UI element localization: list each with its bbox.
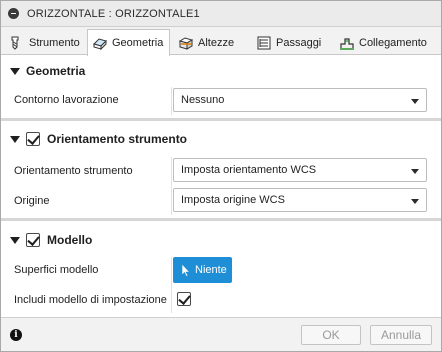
chevron-down-icon: [411, 99, 419, 104]
chevron-down-icon: [411, 169, 419, 174]
column-separator: [171, 157, 172, 215]
section-divider: [1, 218, 441, 221]
section-geometria-header[interactable]: Geometria: [1, 59, 441, 83]
select-contorno-value: Nessuno: [181, 94, 225, 106]
collapse-triangle-icon[interactable]: [10, 237, 20, 244]
select-origine-value: Imposta origine WCS: [181, 194, 285, 206]
ok-button[interactable]: OK: [301, 325, 361, 345]
dialog: ORIZZONTALE : ORIZZONTALE1 Strumento Geo…: [0, 0, 442, 352]
label-orientamento: Orientamento strumento: [14, 165, 133, 177]
dialog-title: ORIZZONTALE : ORIZZONTALE1: [27, 7, 200, 20]
modello-checkbox[interactable]: [26, 233, 40, 247]
geometry-icon: [92, 35, 108, 51]
tab-geometria[interactable]: Geometria: [87, 29, 170, 56]
superfici-select-button[interactable]: Niente: [173, 257, 232, 283]
section-divider: [1, 118, 441, 121]
column-separator: [171, 257, 172, 313]
collapse-triangle-icon[interactable]: [10, 68, 20, 75]
collapse-icon[interactable]: [8, 8, 19, 19]
cancel-button[interactable]: Annulla: [370, 325, 432, 345]
section-title-orientamento: Orientamento strumento: [47, 132, 188, 146]
title-bar[interactable]: ORIZZONTALE : ORIZZONTALE1: [1, 1, 441, 27]
orientamento-checkbox[interactable]: [26, 132, 40, 146]
passes-icon: [256, 35, 272, 51]
tab-collegamento[interactable]: Collegamento: [334, 29, 434, 55]
tab-passaggi[interactable]: Passaggi: [251, 29, 331, 55]
section-orientamento-header[interactable]: Orientamento strumento: [1, 127, 441, 151]
column-separator: [171, 87, 172, 115]
select-contorno[interactable]: Nessuno: [173, 88, 427, 112]
label-includi: Includi modello di impostazione: [14, 294, 167, 306]
includi-checkbox[interactable]: [177, 292, 191, 306]
label-superfici: Superfici modello: [14, 264, 99, 276]
label-origine: Origine: [14, 195, 50, 207]
linking-icon: [339, 35, 355, 51]
tab-altezze[interactable]: Altezze: [173, 29, 248, 55]
section-modello-header[interactable]: Modello: [1, 228, 441, 252]
section-title-geometria: Geometria: [26, 64, 86, 78]
select-orientamento[interactable]: Imposta orientamento WCS: [173, 158, 427, 182]
dialog-footer: i OK Annulla: [1, 317, 441, 351]
pointer-icon: [181, 263, 191, 277]
info-icon[interactable]: i: [10, 329, 22, 341]
heights-icon: [178, 35, 194, 51]
select-origine[interactable]: Imposta origine WCS: [173, 188, 427, 212]
superfici-button-label: Niente: [195, 264, 227, 276]
label-contorno: Contorno lavorazione: [14, 94, 119, 106]
tool-icon: [9, 35, 25, 51]
collapse-triangle-icon[interactable]: [10, 136, 20, 143]
tab-strumento[interactable]: Strumento: [4, 29, 84, 55]
select-orientamento-value: Imposta orientamento WCS: [181, 164, 317, 176]
tab-bar: Strumento Geometria Altezze Passaggi Col…: [1, 27, 441, 56]
chevron-down-icon: [411, 199, 419, 204]
section-title-modello: Modello: [47, 233, 93, 247]
